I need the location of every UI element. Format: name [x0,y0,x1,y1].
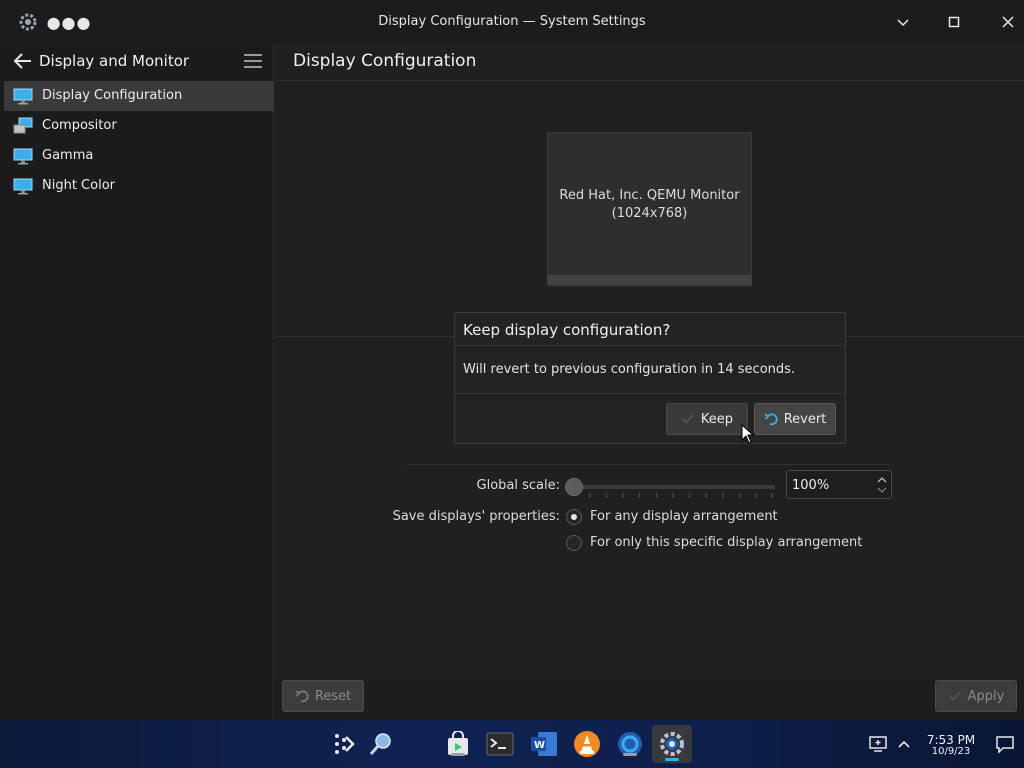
sidebar-item-label: Gamma [42,148,94,163]
header-divider [275,80,1024,81]
sidebar-title: Display and Monitor [39,52,190,70]
radio-label: For any display arrangement [590,509,778,524]
reset-button[interactable]: Reset [282,680,364,712]
running-indicator [623,753,637,756]
vlc-icon[interactable] [573,730,601,758]
keep-configuration-dialog: Keep display configuration? Will revert … [454,312,846,444]
sidebar-item-display-configuration[interactable]: Display Configuration [4,81,274,111]
monitor-label: Red Hat, Inc. QEMU Monitor (1024x768) [548,187,751,223]
dialog-title: Keep display configuration? [463,321,671,339]
app-launcher-icon[interactable] [330,730,358,758]
sidebar-item-label: Compositor [42,118,117,133]
monitor-name: Red Hat, Inc. QEMU Monitor [559,188,740,203]
keep-button[interactable]: Keep [666,403,748,435]
notifications-icon[interactable] [991,730,1019,758]
monitor-bar [548,275,751,285]
hamburger-menu-icon[interactable] [244,53,262,69]
sidebar: Display and Monitor Display Configuratio… [0,44,274,720]
undo-icon [764,412,778,426]
close-icon[interactable] [998,12,1018,32]
sidebar-header: Display and Monitor [0,44,273,80]
maximize-icon[interactable] [944,12,964,32]
scale-value: 100% [792,478,830,493]
compositor-icon [13,117,33,135]
reset-label: Reset [314,688,352,704]
dialog-divider [455,345,845,346]
discover-store-icon[interactable] [444,730,472,758]
footer-bar: Reset Apply [275,678,1024,720]
radio-label: For only this specific display arrangeme… [590,535,863,550]
active-indicator [665,758,679,761]
system-settings-taskbar-icon[interactable] [652,725,692,763]
dialog-message: Will revert to previous configuration in… [463,362,796,377]
revert-button[interactable]: Revert [754,403,836,435]
window-titlebar: ●●● Display Configuration — System Setti… [0,0,1024,44]
sidebar-item-gamma[interactable]: Gamma [4,141,274,171]
display-tray-icon[interactable] [864,730,892,758]
search-icon[interactable] [367,730,395,758]
page-title: Display Configuration [293,51,477,71]
svg-text:W: W [534,740,545,751]
radio-button-checked[interactable] [566,509,582,525]
settings-divider [406,464,891,465]
global-scale-label: Global scale: [476,478,560,493]
back-arrow-icon[interactable] [12,51,34,71]
dialog-divider [455,393,845,394]
system-app-icon[interactable] [616,730,644,758]
chevron-up-icon[interactable] [890,730,918,758]
spin-arrows-icon[interactable] [876,473,888,497]
monitor-resolution: (1024x768) [611,206,688,221]
monitor-icon [13,147,33,165]
monitor-icon [13,87,33,105]
mouse-cursor-icon [741,424,755,444]
main-content: Display Configuration Red Hat, Inc. QEMU… [275,44,1024,720]
radio-button-unchecked[interactable] [566,535,582,551]
running-indicator [451,753,465,756]
monitor-icon [13,177,33,195]
slider-handle[interactable] [565,478,583,496]
sidebar-item-night-color[interactable]: Night Color [4,171,274,201]
save-properties-label: Save displays' properties: [392,509,560,524]
checkmark-icon [681,412,695,426]
sidebar-item-label: Display Configuration [42,88,183,103]
revert-label: Revert [783,411,827,427]
word-processor-icon[interactable]: W [530,730,558,758]
taskbar: W 7:53 PM 10/9/23 [0,720,1024,768]
apply-label: Apply [967,688,1005,704]
sidebar-item-compositor[interactable]: Compositor [4,111,274,141]
checkmark-icon [948,689,962,703]
sidebar-item-label: Night Color [42,178,115,193]
keep-label: Keep [700,411,734,427]
slider-track [571,485,775,489]
global-scale-slider[interactable] [565,477,777,499]
minimize-icon[interactable] [893,12,913,32]
window-title: Display Configuration — System Settings [378,14,646,29]
clock-date: 10/9/23 [931,746,971,757]
clock[interactable]: 7:53 PM 10/9/23 [920,733,982,757]
apply-button[interactable]: Apply [935,680,1017,712]
global-scale-spinbox[interactable]: 100% [786,470,892,499]
terminal-icon[interactable] [486,730,514,758]
monitor-preview[interactable]: Red Hat, Inc. QEMU Monitor (1024x768) [547,132,752,286]
undo-icon [295,689,309,703]
clock-time: 7:53 PM [926,733,976,747]
slider-ticks [573,493,773,498]
